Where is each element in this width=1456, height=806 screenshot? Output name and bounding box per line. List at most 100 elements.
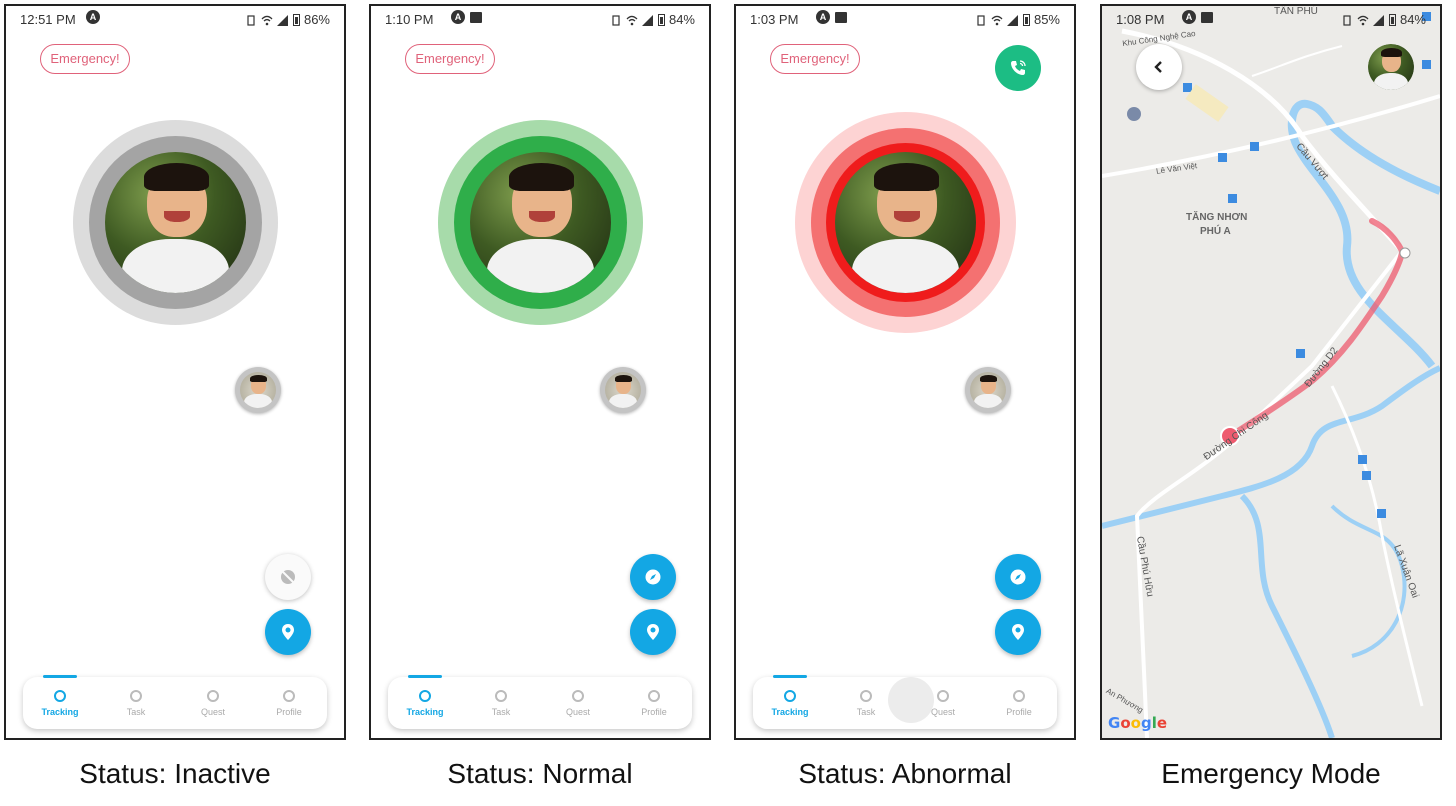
call-button[interactable] <box>995 45 1041 91</box>
nav-item-profile[interactable]: Profile <box>624 690 684 717</box>
nav-item-tracking[interactable]: Tracking <box>395 690 455 717</box>
status-time: 12:51 PM <box>20 12 76 27</box>
profile-icon <box>1013 690 1025 702</box>
nav-label: Quest <box>200 707 225 717</box>
nav-label: Quest <box>565 707 590 717</box>
app-notification-icon: A <box>1182 10 1196 24</box>
nav-item-tracking[interactable]: Tracking <box>30 690 90 717</box>
map-label-tan-phu: TÂN PHÚ <box>1274 6 1318 17</box>
back-button[interactable] <box>1136 44 1182 90</box>
status-bar: 1:03 PM A 85% <box>736 6 1074 32</box>
app-notification-icon: A <box>86 10 100 24</box>
phone-screen-abnormal: 1:03 PM A 85% Emergency! Tracking Task Q… <box>734 4 1076 740</box>
caption-normal: Status: Normal <box>447 758 633 789</box>
battery-icon <box>657 13 665 26</box>
nav-label: Task <box>491 707 511 717</box>
signal-icon <box>641 14 654 26</box>
nav-item-tracking[interactable]: Tracking <box>760 690 820 717</box>
profile-icon <box>283 690 295 702</box>
nav-active-indicator <box>408 675 442 678</box>
phone-call-icon <box>1011 60 1026 75</box>
phone-screen-emergency-map: 1:08 PM A 84% TÂN PHÚ Khu Công Nghệ Cao … <box>1100 4 1442 740</box>
location-off-button[interactable] <box>265 554 311 600</box>
status-time: 1:03 PM <box>750 12 799 27</box>
nav-label: Tracking <box>406 707 444 717</box>
location-off-icon <box>281 570 295 584</box>
vibrate-icon <box>245 14 257 26</box>
nav-item-profile[interactable]: Profile <box>259 690 319 717</box>
nav-item-quest[interactable]: Quest <box>183 690 243 717</box>
quest-icon <box>207 690 219 702</box>
profile-icon <box>648 690 660 702</box>
child-avatar[interactable] <box>105 152 246 293</box>
child-avatar[interactable] <box>835 152 976 293</box>
image-notification-icon <box>1201 11 1213 23</box>
chevron-left-icon <box>1154 61 1162 73</box>
wifi-icon <box>261 14 273 26</box>
signal-icon <box>1006 14 1019 26</box>
compass-button[interactable] <box>995 554 1041 600</box>
quest-icon <box>937 690 949 702</box>
emergency-button[interactable]: Emergency! <box>405 44 495 74</box>
wifi-icon <box>626 14 638 26</box>
nav-item-task[interactable]: Task <box>106 690 166 717</box>
pin-icon <box>647 624 659 640</box>
tracking-icon <box>54 690 66 702</box>
image-notification-icon <box>835 11 847 23</box>
emergency-button[interactable]: Emergency! <box>770 44 860 74</box>
nav-label: Profile <box>1006 707 1032 717</box>
status-time: 1:08 PM <box>1116 12 1165 27</box>
task-icon <box>495 690 507 702</box>
emergency-button[interactable]: Emergency! <box>40 44 130 74</box>
map-view[interactable] <box>1102 6 1440 738</box>
nav-item-task[interactable]: Task <box>471 690 531 717</box>
vibrate-icon <box>1341 14 1353 26</box>
battery-percent: 84% <box>1399 12 1426 27</box>
tracking-button[interactable] <box>630 609 676 655</box>
child-avatar[interactable] <box>470 152 611 293</box>
battery-percent: 86% <box>303 12 330 27</box>
compass-icon <box>645 569 661 585</box>
mini-avatar-button[interactable] <box>600 367 646 413</box>
battery-percent: 84% <box>668 12 695 27</box>
map-label-phu-a: PHÚ A <box>1200 226 1231 237</box>
tracking-icon <box>419 690 431 702</box>
app-notification-icon: A <box>816 10 830 24</box>
nav-item-profile[interactable]: Profile <box>989 690 1049 717</box>
wifi-icon <box>991 14 1003 26</box>
compass-button[interactable] <box>630 554 676 600</box>
nav-item-quest[interactable]: Quest <box>548 690 608 717</box>
nav-label: Profile <box>276 707 302 717</box>
status-bar: 1:10 PM A 84% <box>371 6 709 32</box>
pin-icon <box>282 624 294 640</box>
vibrate-icon <box>975 14 987 26</box>
quest-icon <box>572 690 584 702</box>
caption-abnormal: Status: Abnormal <box>798 758 1012 789</box>
tracking-button[interactable] <box>995 609 1041 655</box>
map-label-tang-nhon: TĂNG NHƠN <box>1186 212 1248 223</box>
child-avatar-map[interactable] <box>1368 44 1414 90</box>
pin-icon <box>1012 624 1024 640</box>
battery-percent: 85% <box>1033 12 1060 27</box>
bottom-navigation: Tracking Task Quest Profile <box>388 675 692 729</box>
battery-icon <box>1022 13 1030 26</box>
status-time: 1:10 PM <box>385 12 434 27</box>
nav-label: Quest <box>930 707 955 717</box>
battery-icon <box>1388 13 1396 26</box>
vibrate-icon <box>610 14 622 26</box>
signal-icon <box>1372 14 1385 26</box>
nav-item-quest[interactable]: Quest <box>913 690 973 717</box>
nav-label: Tracking <box>771 707 809 717</box>
signal-icon <box>276 14 289 26</box>
tracking-button[interactable] <box>265 609 311 655</box>
nav-label: Profile <box>641 707 667 717</box>
mini-avatar-button[interactable] <box>965 367 1011 413</box>
image-notification-icon <box>470 11 482 23</box>
phone-screen-inactive: 12:51 PM A 86% Emergency! Tracking Task … <box>4 4 346 740</box>
nav-active-indicator <box>773 675 807 678</box>
nav-item-task[interactable]: Task <box>836 690 896 717</box>
battery-icon <box>292 13 300 26</box>
google-logo: Google <box>1108 714 1168 732</box>
mini-avatar-button[interactable] <box>235 367 281 413</box>
caption-emergency-mode: Emergency Mode <box>1161 758 1381 789</box>
